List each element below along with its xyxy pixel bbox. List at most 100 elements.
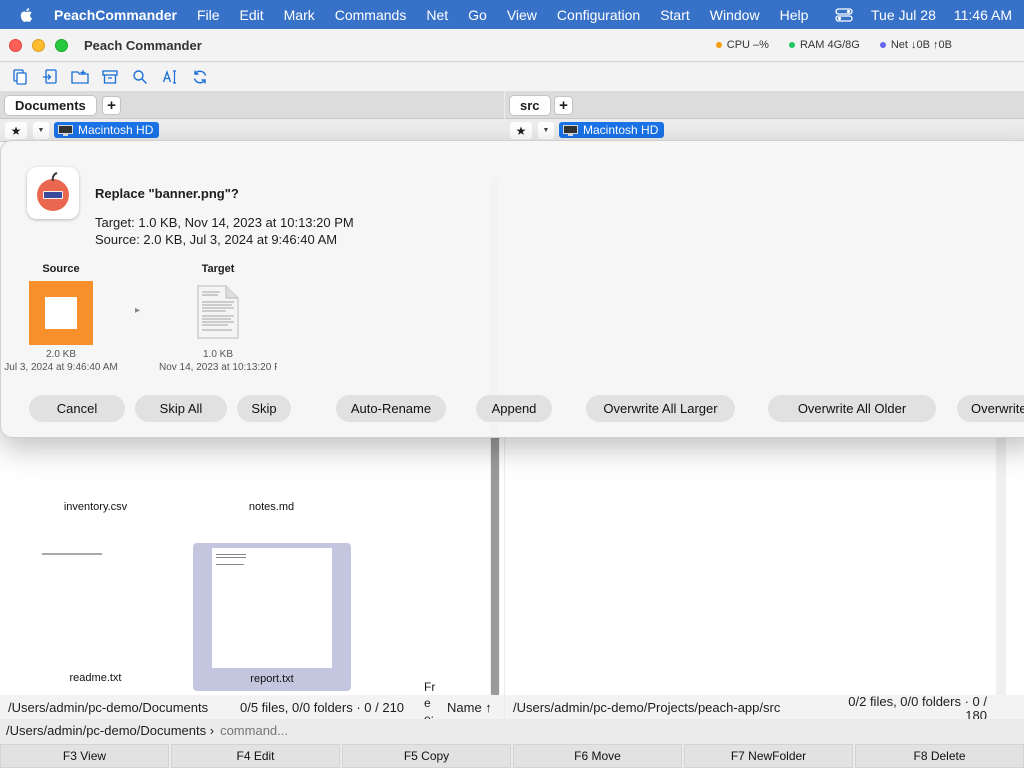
tab-src[interactable]: src: [509, 95, 551, 116]
function-key-bar: F3 View F4 Edit F5 Copy F6 Move F7 NewFo…: [0, 744, 1024, 768]
apple-icon[interactable]: [18, 6, 36, 24]
target-date: Nov 14, 2023 at 10:13:20 PM: [159, 362, 277, 373]
append-button[interactable]: Append: [476, 395, 552, 422]
search-button[interactable]: [130, 67, 150, 87]
right-history-chevron-down-icon[interactable]: ▼: [538, 122, 554, 139]
command-prompt: /Users/admin/pc-demo/Documents ›: [6, 722, 215, 738]
archive-button[interactable]: [100, 67, 120, 87]
skip-all-button[interactable]: Skip All: [135, 395, 227, 422]
copy-files-button[interactable]: [10, 67, 30, 87]
refresh-button[interactable]: [190, 67, 210, 87]
minimize-window-button[interactable]: [32, 39, 45, 52]
ram-stat: RAM 4G/8G: [788, 39, 860, 51]
menu-commands[interactable]: Commands: [335, 7, 407, 23]
rename-icon: [162, 70, 176, 84]
left-add-tab-button[interactable]: +: [102, 96, 121, 115]
command-line: /Users/admin/pc-demo/Documents ›: [0, 719, 1024, 741]
source-size: 2.0 KB: [45, 349, 77, 360]
tab-documents[interactable]: Documents: [4, 95, 97, 116]
monitor-icon: [563, 124, 578, 136]
right-add-tab-button[interactable]: +: [554, 96, 573, 115]
right-favorites-star-icon[interactable]: ★: [510, 122, 532, 139]
f4-edit-button[interactable]: F4 Edit: [171, 744, 340, 768]
left-volume-button[interactable]: Macintosh HD: [54, 122, 160, 138]
left-history-chevron-down-icon[interactable]: ▼: [33, 122, 49, 139]
right-status-bar: /Users/admin/pc-demo/Projects/peach-app/…: [505, 695, 1024, 723]
thumbnail-preview: [42, 553, 102, 555]
f5-copy-button[interactable]: F5 Copy: [342, 744, 511, 768]
f8-delete-button[interactable]: F8 Delete: [855, 744, 1024, 768]
refresh-icon: [193, 70, 207, 84]
move-icon: [43, 69, 57, 84]
menu-mark[interactable]: Mark: [284, 7, 315, 23]
file-name: readme.txt: [69, 672, 122, 684]
overwrite-button[interactable]: Overwrite: [957, 395, 1024, 422]
search-icon: [133, 70, 148, 85]
menu-edit[interactable]: Edit: [240, 7, 264, 23]
net-dot-icon: [879, 42, 886, 48]
menu-time[interactable]: 11:46 AM: [954, 7, 1012, 23]
file-item-inventory[interactable]: inventory.csv: [18, 501, 173, 513]
cpu-label: CPU –%: [726, 39, 769, 51]
dialog-title: Replace "banner.png"?: [95, 186, 239, 201]
menu-file[interactable]: File: [197, 7, 220, 23]
menu-date[interactable]: Tue Jul 28: [871, 7, 936, 23]
right-volume-button[interactable]: Macintosh HD: [559, 122, 665, 138]
new-folder-button[interactable]: [70, 67, 90, 87]
target-size: 1.0 KB: [202, 349, 234, 360]
left-favorites-star-icon[interactable]: ★: [5, 122, 27, 139]
multi-rename-button[interactable]: [160, 67, 180, 87]
right-path-bar: ★ ▼ Macintosh HD: [505, 119, 1024, 142]
left-volume-label: Macintosh HD: [78, 123, 154, 137]
menu-app-name[interactable]: PeachCommander: [54, 7, 177, 23]
title-bar: Peach Commander CPU –% RAM 4G/8G Net ↓0B…: [0, 29, 1024, 62]
f6-move-button[interactable]: F6 Move: [513, 744, 682, 768]
copy-icon: [13, 69, 27, 85]
menu-configuration[interactable]: Configuration: [557, 7, 640, 23]
menu-net[interactable]: Net: [426, 7, 448, 23]
left-free-space: Free: 16.: [424, 680, 436, 719]
overwrite-all-older-button[interactable]: Overwrite All Older: [768, 395, 936, 422]
net-stat: Net ↓0B ↑0B: [879, 39, 952, 51]
file-name: notes.md: [248, 501, 295, 513]
file-name: report.txt: [250, 673, 294, 685]
app-icon: [27, 167, 79, 219]
command-input[interactable]: [220, 722, 621, 738]
zoom-window-button[interactable]: [55, 39, 68, 52]
auto-rename-button[interactable]: Auto-Rename: [336, 395, 446, 422]
right-tab-bar: src +: [505, 91, 1024, 119]
archive-icon: [102, 70, 118, 84]
control-center-icon[interactable]: [835, 7, 853, 22]
toolbar: [0, 63, 1024, 91]
f7-newfolder-button[interactable]: F7 NewFolder: [684, 744, 853, 768]
target-caption: Target: [201, 263, 235, 275]
overwrite-all-larger-button[interactable]: Overwrite All Larger: [586, 395, 735, 422]
cancel-button[interactable]: Cancel: [29, 395, 125, 422]
menu-view[interactable]: View: [507, 7, 537, 23]
file-item-readme[interactable]: readme.txt: [18, 543, 173, 690]
ram-label: RAM 4G/8G: [799, 39, 860, 51]
close-window-button[interactable]: [9, 39, 22, 52]
file-item-report[interactable]: report.txt: [193, 543, 351, 691]
left-status-bar: /Users/admin/pc-demo/Documents 0/5 files…: [0, 680, 504, 719]
ram-dot-icon: [788, 42, 795, 48]
left-tab-bar: Documents +: [0, 91, 504, 119]
file-item-notes[interactable]: notes.md: [194, 501, 349, 513]
target-info: Target: 1.0 KB, Nov 14, 2023 at 10:13:20…: [95, 215, 354, 230]
source-info: Source: 2.0 KB, Jul 3, 2024 at 9:46:40 A…: [95, 232, 338, 247]
menu-start[interactable]: Start: [660, 7, 690, 23]
window-title: Peach Commander: [84, 38, 202, 53]
left-sort-button[interactable]: Name ↑: [447, 700, 492, 715]
menu-bar: PeachCommander File Edit Mark Commands N…: [0, 0, 1024, 29]
cpu-dot-icon: [715, 42, 722, 48]
move-files-button[interactable]: [40, 67, 60, 87]
f3-view-button[interactable]: F3 View: [0, 744, 169, 768]
menu-go[interactable]: Go: [468, 7, 487, 23]
file-name: inventory.csv: [63, 501, 128, 513]
thumbnail-preview: [212, 548, 332, 668]
menu-window[interactable]: Window: [710, 7, 760, 23]
menu-help[interactable]: Help: [780, 7, 809, 23]
right-volume-label: Macintosh HD: [583, 123, 659, 137]
skip-button[interactable]: Skip: [237, 395, 291, 422]
text-document-icon: [197, 285, 239, 339]
